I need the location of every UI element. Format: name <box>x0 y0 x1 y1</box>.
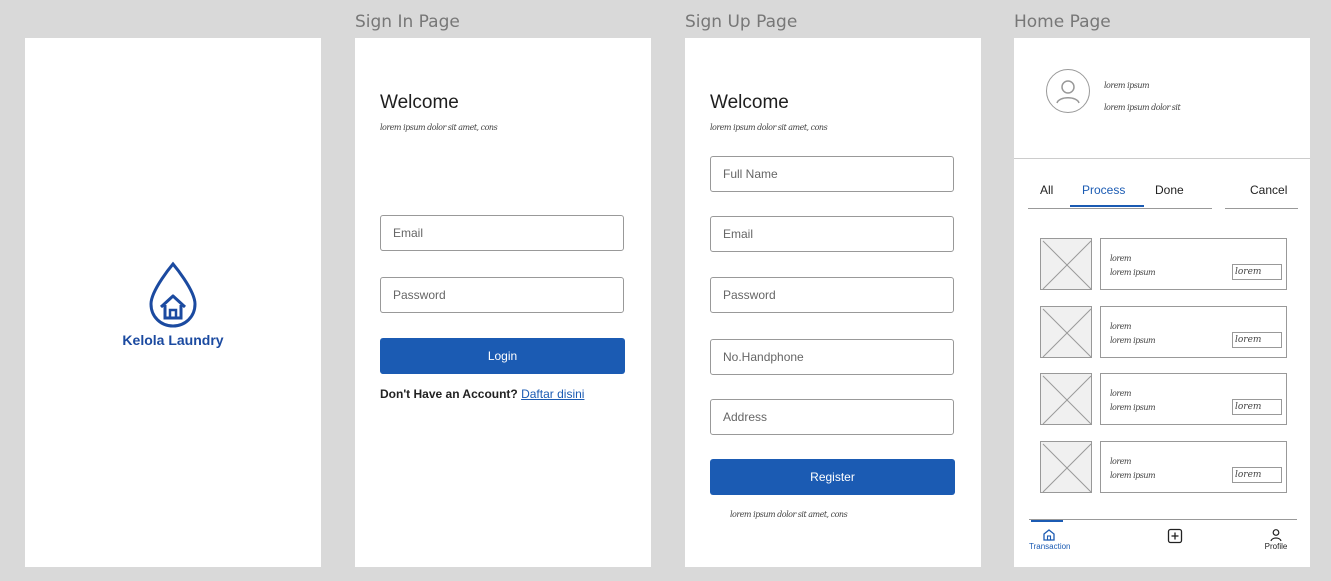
image-placeholder <box>1040 441 1092 493</box>
profile-header: lorem ipsum lorem ipsum dolor sit <box>1014 38 1310 159</box>
status-badge: lorem <box>1232 264 1282 280</box>
email-field[interactable] <box>710 216 954 252</box>
home-screen: lorem ipsum lorem ipsum dolor sit All Pr… <box>1014 38 1310 567</box>
frame-label-home: Home Page <box>1014 12 1111 32</box>
user-avatar-icon <box>1056 80 1080 104</box>
register-button[interactable]: Register <box>710 459 955 495</box>
signup-footer-text: lorem ipsum dolor sit amet, cons <box>730 510 848 519</box>
email-field[interactable] <box>380 215 624 251</box>
tab-divider <box>1028 208 1212 209</box>
full-name-field[interactable] <box>710 156 954 192</box>
avatar[interactable] <box>1046 69 1090 113</box>
tab-divider <box>1225 208 1298 209</box>
status-badge: lorem <box>1232 332 1282 348</box>
signup-screen: Welcome lorem ipsum dolor sit amet, cons… <box>685 38 981 567</box>
tab-all[interactable]: All <box>1040 183 1053 197</box>
order-card: lorem lorem ipsum lorem <box>1100 306 1287 358</box>
status-badge: lorem <box>1232 399 1282 415</box>
order-subtitle: lorem ipsum <box>1110 403 1156 412</box>
no-account-line: Don't Have an Account? Daftar disini <box>380 387 584 401</box>
active-tab-indicator <box>1070 205 1144 207</box>
order-card: lorem lorem ipsum lorem <box>1100 373 1287 425</box>
nav-label-profile: Profile <box>1264 542 1288 551</box>
plus-square-icon <box>1167 528 1183 544</box>
order-title: lorem <box>1110 389 1132 398</box>
list-item[interactable]: lorem lorem ipsum lorem <box>1040 306 1288 358</box>
splash-screen: Kelola Laundry <box>25 38 321 567</box>
tab-done[interactable]: Done <box>1155 183 1184 197</box>
profile-detail: lorem ipsum dolor sit <box>1104 103 1181 112</box>
order-subtitle: lorem ipsum <box>1110 336 1156 345</box>
address-field[interactable] <box>710 399 954 435</box>
welcome-heading: Welcome <box>710 92 789 113</box>
image-placeholder <box>1040 306 1092 358</box>
signin-screen: Welcome lorem ipsum dolor sit amet, cons… <box>355 38 651 567</box>
frame-label-signin: Sign In Page <box>355 12 460 32</box>
active-nav-indicator <box>1031 520 1063 522</box>
welcome-subtitle: lorem ipsum dolor sit amet, cons <box>710 123 828 132</box>
status-badge: lorem <box>1232 467 1282 483</box>
brand-name: Kelola Laundry <box>122 332 224 348</box>
order-subtitle: lorem ipsum <box>1110 471 1156 480</box>
order-card: lorem lorem ipsum lorem <box>1100 238 1287 290</box>
profile-name: lorem ipsum <box>1104 81 1150 90</box>
password-field[interactable] <box>710 277 954 313</box>
home-icon <box>1043 529 1055 541</box>
list-item[interactable]: lorem lorem ipsum lorem <box>1040 441 1288 493</box>
list-item[interactable]: lorem lorem ipsum lorem <box>1040 373 1288 425</box>
register-link[interactable]: Daftar disini <box>521 387 584 401</box>
login-button[interactable]: Login <box>380 338 625 374</box>
password-field[interactable] <box>380 277 624 313</box>
welcome-subtitle: lorem ipsum dolor sit amet, cons <box>380 123 498 132</box>
order-card: lorem lorem ipsum lorem <box>1100 441 1287 493</box>
order-title: lorem <box>1110 322 1132 331</box>
welcome-heading: Welcome <box>380 92 459 113</box>
water-drop-house-icon <box>149 261 197 328</box>
phone-field[interactable] <box>710 339 954 375</box>
nav-item-profile[interactable]: Profile <box>1261 528 1291 551</box>
tab-cancel[interactable]: Cancel <box>1250 183 1287 197</box>
nav-item-add[interactable] <box>1160 528 1190 544</box>
order-title: lorem <box>1110 254 1132 263</box>
app-logo: Kelola Laundry <box>25 260 321 348</box>
image-placeholder <box>1040 373 1092 425</box>
tab-process[interactable]: Process <box>1082 183 1125 197</box>
no-account-text: Don't Have an Account? <box>380 387 522 401</box>
user-icon <box>1270 529 1282 542</box>
nav-item-transaction[interactable]: Transaction <box>1029 528 1071 551</box>
bottom-navigation: Transaction Profile <box>1029 519 1297 567</box>
list-item[interactable]: lorem lorem ipsum lorem <box>1040 238 1288 290</box>
order-subtitle: lorem ipsum <box>1110 268 1156 277</box>
nav-label-transaction: Transaction <box>1029 542 1071 551</box>
order-title: lorem <box>1110 457 1132 466</box>
image-placeholder <box>1040 238 1092 290</box>
frame-label-signup: Sign Up Page <box>685 12 798 32</box>
